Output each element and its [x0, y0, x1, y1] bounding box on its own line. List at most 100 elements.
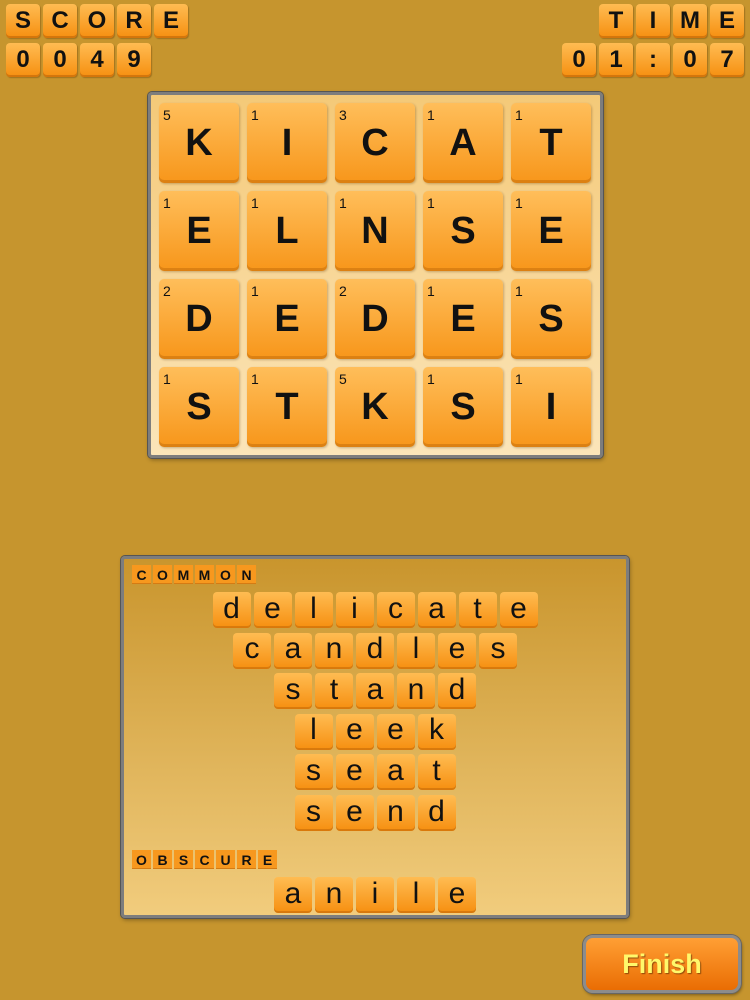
letter-tile[interactable]: 1E — [511, 191, 591, 271]
category-letter: N — [237, 565, 256, 584]
tile-points: 1 — [339, 195, 347, 211]
word-letter-tile: t — [458, 592, 497, 628]
hud-letter-tile: 0 — [562, 43, 596, 77]
found-words-panel: COMMON delicatecandlesstandleekseatsend … — [121, 556, 629, 918]
hud-letter-tile: E — [154, 4, 188, 38]
tile-letter: C — [361, 121, 389, 164]
word-letter-tile: a — [356, 673, 394, 710]
tile-letter: S — [450, 385, 476, 428]
hud-letter-tile: 7 — [710, 43, 744, 77]
letter-tile[interactable]: 1S — [423, 191, 503, 271]
word-letter-tile: c — [376, 592, 415, 628]
word-letter-tile: a — [274, 632, 312, 669]
word-letter-tile: s — [294, 795, 333, 831]
tile-letter: K — [361, 385, 389, 428]
hud-letter-tile: I — [636, 4, 670, 38]
letter-grid: 5K1I3C1A1T1E1L1N1S1E2D1E2D1E1S1S1T5K1S1I — [159, 103, 591, 447]
found-word: delicate — [124, 592, 626, 628]
common-category-label: COMMON — [132, 565, 256, 584]
word-letter-tile: e — [335, 754, 374, 791]
hud-letter-tile: : — [636, 43, 670, 77]
word-letter-tile: d — [417, 795, 456, 831]
tile-points: 3 — [339, 107, 347, 123]
finish-button[interactable]: Finish — [583, 935, 741, 993]
tile-points: 2 — [163, 283, 171, 299]
hud-letter-tile: M — [673, 4, 707, 38]
word-letter-tile: n — [315, 877, 353, 913]
obscure-category-label: OBSCURE — [132, 850, 277, 869]
letter-tile[interactable]: 1E — [247, 279, 327, 359]
word-letter-tile: c — [233, 632, 271, 669]
word-letter-tile: s — [479, 632, 517, 669]
word-letter-tile: e — [438, 632, 476, 669]
tile-points: 5 — [339, 371, 347, 387]
letter-tile[interactable]: 1A — [423, 103, 503, 183]
tile-points: 1 — [515, 107, 523, 123]
hud-letter-tile: 4 — [80, 43, 114, 77]
tile-letter: S — [538, 297, 564, 340]
tile-points: 1 — [515, 195, 523, 211]
hud-letter-tile: O — [80, 4, 114, 38]
letter-tile[interactable]: 1S — [423, 367, 503, 447]
tile-letter: E — [538, 209, 564, 252]
letter-tile[interactable]: 1N — [335, 191, 415, 271]
found-word: send — [124, 795, 626, 831]
tile-letter: K — [185, 121, 213, 164]
word-letter-tile: a — [274, 877, 312, 913]
tile-points: 1 — [515, 283, 523, 299]
word-letter-tile: e — [376, 713, 415, 750]
tile-letter: T — [275, 385, 299, 428]
word-letter-tile: s — [274, 673, 312, 710]
tile-letter: D — [361, 297, 389, 340]
word-letter-tile: d — [212, 592, 251, 628]
letter-tile[interactable]: 1S — [159, 367, 239, 447]
category-letter: C — [195, 850, 214, 869]
letter-tile[interactable]: 1T — [511, 103, 591, 183]
tile-letter: I — [545, 385, 557, 428]
letter-tile[interactable]: 1L — [247, 191, 327, 271]
word-letter-tile: t — [417, 754, 456, 791]
word-letter-tile: s — [294, 754, 333, 791]
letter-board: 5K1I3C1A1T1E1L1N1S1E2D1E2D1E1S1S1T5K1S1I — [148, 92, 603, 458]
hud-letter-tile: S — [6, 4, 40, 38]
category-letter: R — [237, 850, 256, 869]
score-label: SCORE — [6, 4, 188, 38]
tile-points: 1 — [427, 195, 435, 211]
tile-letter: A — [449, 121, 477, 164]
tile-points: 1 — [251, 107, 259, 123]
letter-tile[interactable]: 1E — [423, 279, 503, 359]
tile-letter: S — [450, 209, 476, 252]
tile-points: 2 — [339, 283, 347, 299]
found-word: candles — [124, 632, 626, 669]
letter-tile[interactable]: 3C — [335, 103, 415, 183]
hud-letter-tile: 1 — [599, 43, 633, 77]
hud-letter-tile: 0 — [6, 43, 40, 77]
tile-points: 1 — [427, 371, 435, 387]
category-letter: O — [153, 565, 172, 584]
letter-tile[interactable]: 2D — [335, 279, 415, 359]
word-letter-tile: d — [438, 673, 476, 710]
tile-points: 1 — [251, 283, 259, 299]
tile-points: 1 — [163, 371, 171, 387]
tile-letter: S — [186, 385, 212, 428]
word-letter-tile: k — [417, 713, 456, 750]
letter-tile[interactable]: 1I — [511, 367, 591, 447]
word-letter-tile: n — [397, 673, 435, 710]
letter-tile[interactable]: 1T — [247, 367, 327, 447]
letter-tile[interactable]: 1E — [159, 191, 239, 271]
hud-letter-tile: R — [117, 4, 151, 38]
tile-letter: E — [450, 297, 476, 340]
word-letter-tile: l — [397, 877, 435, 913]
letter-tile[interactable]: 1S — [511, 279, 591, 359]
letter-tile[interactable]: 2D — [159, 279, 239, 359]
hud-letter-tile: 0 — [673, 43, 707, 77]
tile-points: 1 — [163, 195, 171, 211]
tile-letter: E — [274, 297, 300, 340]
letter-tile[interactable]: 1I — [247, 103, 327, 183]
tile-points: 1 — [515, 371, 523, 387]
word-letter-tile: n — [376, 795, 415, 831]
letter-tile[interactable]: 5K — [159, 103, 239, 183]
tile-letter: D — [185, 297, 213, 340]
letter-tile[interactable]: 5K — [335, 367, 415, 447]
category-letter: M — [195, 565, 214, 584]
